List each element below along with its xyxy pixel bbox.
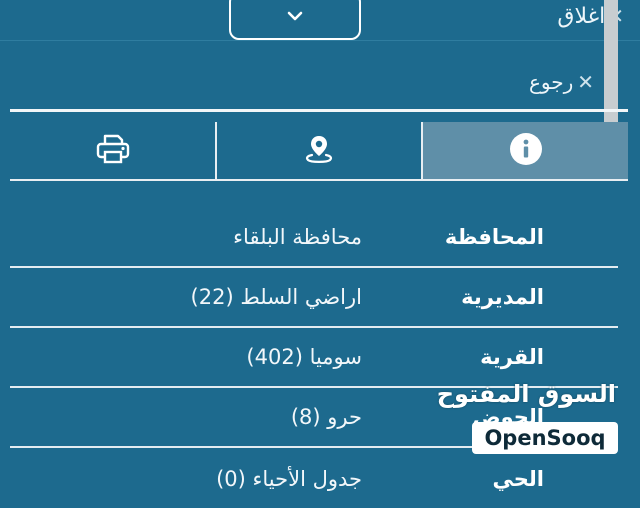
close-label: اغلاق bbox=[557, 3, 606, 29]
detail-row: القرية سوميا (402) bbox=[10, 328, 618, 386]
tab-print[interactable] bbox=[10, 122, 215, 179]
location-pin-icon bbox=[302, 132, 336, 170]
collapse-button[interactable] bbox=[229, 0, 361, 40]
detail-value: حرو (8) bbox=[290, 405, 362, 429]
detail-label: القرية bbox=[480, 345, 544, 369]
detail-value: اراضي السلط (22) bbox=[190, 285, 362, 309]
detail-value: سوميا (402) bbox=[246, 345, 362, 369]
back-link[interactable]: ✕ رجوع bbox=[529, 68, 594, 96]
detail-row: المديرية اراضي السلط (22) bbox=[10, 268, 618, 326]
print-icon bbox=[95, 133, 131, 169]
tab-info[interactable] bbox=[423, 122, 628, 179]
watermark-english: OpenSooq bbox=[484, 426, 606, 450]
tab-bar-bottom-border bbox=[10, 179, 628, 181]
back-label: رجوع bbox=[528, 70, 574, 94]
tab-bar-top-border bbox=[10, 109, 628, 112]
detail-label: المحافظة bbox=[444, 225, 544, 249]
chevron-down-icon bbox=[286, 7, 304, 26]
watermark-logo-box: OpenSooq bbox=[472, 422, 618, 454]
back-icon: ✕ bbox=[577, 70, 594, 94]
detail-value: جدول الأحياء (0) bbox=[216, 467, 362, 491]
header-divider bbox=[0, 40, 640, 41]
detail-label: المديرية bbox=[461, 285, 544, 309]
detail-value: محافظة البلقاء bbox=[233, 225, 362, 249]
tab-location[interactable] bbox=[217, 122, 421, 179]
opensooq-watermark: السوق المفتوح OpenSooq bbox=[437, 380, 640, 480]
info-icon bbox=[509, 132, 543, 170]
watermark-arabic: السوق المفتوح bbox=[436, 380, 616, 408]
detail-row: المحافظة محافظة البلقاء bbox=[10, 208, 618, 266]
